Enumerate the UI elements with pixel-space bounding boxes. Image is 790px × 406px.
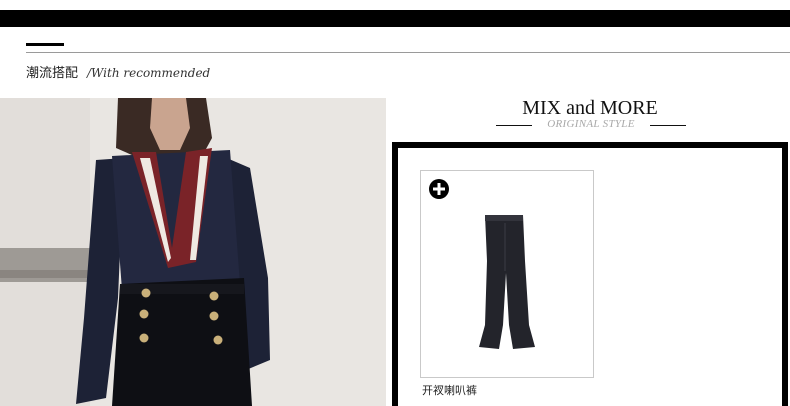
product-card[interactable] (420, 170, 594, 378)
plus-circle-icon[interactable] (429, 179, 449, 199)
product-name[interactable]: 开衩喇叭裤 (422, 382, 477, 398)
product-image-flared-trousers[interactable] (479, 213, 535, 351)
feature-title: MIX and MORE (522, 97, 658, 119)
subtitle-line-left (496, 125, 532, 126)
section-title-en: /With recommended (87, 66, 211, 80)
feature-subtitle-row: ORIGINAL STYLE (496, 118, 686, 134)
model-illustration (0, 98, 386, 406)
subtitle-line-right (650, 125, 686, 126)
top-black-bar (0, 10, 790, 27)
section-divider (26, 52, 790, 53)
feature-subtitle: ORIGINAL STYLE (547, 118, 635, 130)
section-heading: 潮流搭配/With recommended (26, 62, 210, 81)
section-title-cn: 潮流搭配 (26, 66, 79, 81)
accent-dash (26, 43, 64, 46)
model-photo (0, 98, 386, 406)
